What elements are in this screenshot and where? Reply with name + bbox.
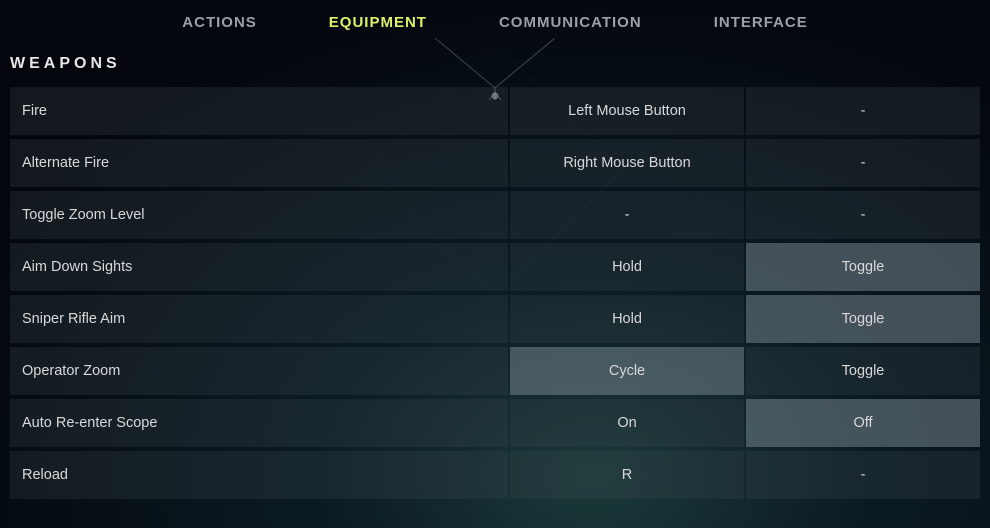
table-row: Auto Re-enter ScopeOnOff [10, 399, 980, 447]
setting-label: Sniper Rifle Aim [10, 295, 508, 343]
setting-label: Operator Zoom [10, 347, 508, 395]
setting-option-primary[interactable]: Hold [510, 295, 744, 343]
setting-label: Auto Re-enter Scope [10, 399, 508, 447]
setting-option-secondary[interactable]: Toggle [746, 243, 980, 291]
setting-option-secondary[interactable]: Off [746, 399, 980, 447]
tab-equipment[interactable]: EQUIPMENT [329, 14, 427, 31]
setting-option-primary[interactable]: Hold [510, 243, 744, 291]
tab-bar: ACTIONS EQUIPMENT COMMUNICATION INTERFACE [0, 0, 990, 31]
setting-option-secondary: - [746, 451, 980, 499]
tab-interface[interactable]: INTERFACE [714, 14, 808, 31]
setting-option-secondary[interactable]: Toggle [746, 295, 980, 343]
tab-actions[interactable]: ACTIONS [182, 14, 257, 31]
setting-label: Toggle Zoom Level [10, 191, 508, 239]
table-row: Toggle Zoom Level-- [10, 191, 980, 239]
setting-option-primary: - [510, 191, 744, 239]
setting-option-primary[interactable]: Right Mouse Button [510, 139, 744, 187]
table-row: FireLeft Mouse Button- [10, 87, 980, 135]
table-row: ReloadR- [10, 451, 980, 499]
table-row: Aim Down SightsHoldToggle [10, 243, 980, 291]
setting-label: Fire [10, 87, 508, 135]
setting-option-secondary[interactable]: Toggle [746, 347, 980, 395]
setting-label: Aim Down Sights [10, 243, 508, 291]
tab-communication[interactable]: COMMUNICATION [499, 14, 642, 31]
setting-option-secondary: - [746, 139, 980, 187]
table-row: Sniper Rifle AimHoldToggle [10, 295, 980, 343]
setting-option-primary[interactable]: Left Mouse Button [510, 87, 744, 135]
setting-label: Alternate Fire [10, 139, 508, 187]
setting-option-primary[interactable]: On [510, 399, 744, 447]
setting-option-secondary: - [746, 87, 980, 135]
table-row: Operator ZoomCycleToggle [10, 347, 980, 395]
setting-option-primary[interactable]: R [510, 451, 744, 499]
section-title-weapons: WEAPONS [10, 55, 990, 73]
setting-option-primary[interactable]: Cycle [510, 347, 744, 395]
setting-label: Reload [10, 451, 508, 499]
table-row: Alternate FireRight Mouse Button- [10, 139, 980, 187]
settings-table: FireLeft Mouse Button-Alternate FireRigh… [0, 87, 990, 499]
setting-option-secondary: - [746, 191, 980, 239]
